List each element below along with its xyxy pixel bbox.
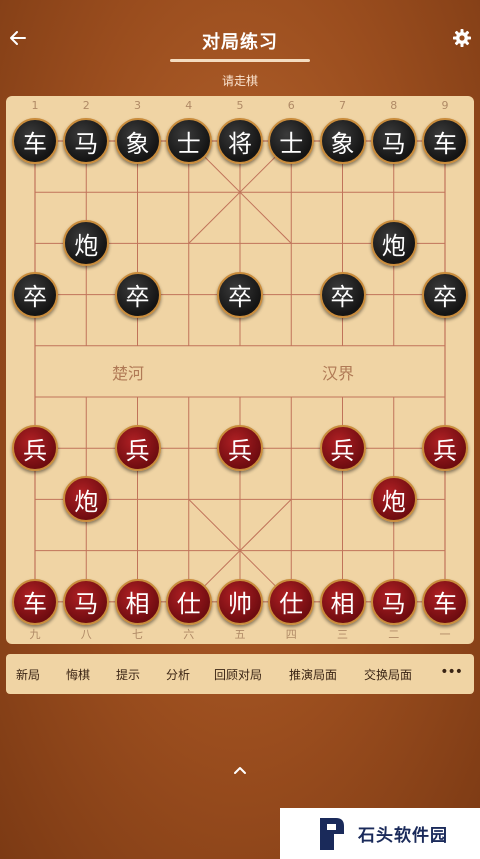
- gear-icon: [453, 29, 471, 47]
- black-piece[interactable]: 卒: [217, 271, 263, 318]
- file-number-bottom: 一: [439, 628, 451, 641]
- black-piece[interactable]: 象: [319, 118, 366, 164]
- file-number-bottom: 七: [132, 628, 143, 641]
- red-piece[interactable]: 仕: [165, 578, 212, 625]
- menu-item[interactable]: 回顾对局: [214, 666, 262, 683]
- river-label-han: 汉界: [322, 364, 355, 383]
- red-piece[interactable]: 相: [114, 578, 161, 625]
- black-piece[interactable]: 车: [12, 118, 58, 164]
- action-menu: 新局 悔棋 提示 分析 回顾对局 推演局面 交换局面 •••: [6, 654, 474, 694]
- turn-status: 请走棋: [221, 74, 258, 88]
- red-piece[interactable]: 兵: [422, 425, 468, 472]
- black-piece[interactable]: 马: [370, 118, 417, 164]
- board-grid: [34, 140, 446, 603]
- menu-item[interactable]: 交换局面: [364, 666, 412, 683]
- file-number-top: 5: [236, 99, 244, 112]
- file-number-top: 2: [82, 99, 90, 112]
- menu-item[interactable]: 提示: [116, 666, 140, 683]
- red-piece[interactable]: 兵: [12, 425, 58, 472]
- file-number-top: 6: [287, 99, 295, 112]
- black-piece[interactable]: 卒: [422, 271, 468, 318]
- file-number-top: 9: [441, 99, 449, 112]
- top-bar: 对局练习: [0, 0, 480, 64]
- menu-item[interactable]: 分析: [166, 666, 190, 683]
- black-piece[interactable]: 士: [268, 118, 315, 164]
- black-piece[interactable]: 马: [63, 118, 110, 164]
- red-piece[interactable]: 仕: [268, 578, 315, 625]
- page-title: 对局练习: [202, 32, 278, 53]
- red-piece[interactable]: 炮: [370, 476, 417, 523]
- file-number-bottom: 二: [388, 628, 400, 641]
- chevron-up-icon: [234, 767, 246, 774]
- red-piece[interactable]: 兵: [319, 425, 366, 472]
- file-number-top: 8: [390, 99, 398, 112]
- black-piece[interactable]: 卒: [114, 271, 161, 318]
- file-number-bottom: 三: [337, 628, 348, 641]
- file-number-top: 1: [31, 99, 39, 112]
- menu-item[interactable]: 新局: [16, 666, 40, 683]
- black-piece[interactable]: 炮: [370, 220, 417, 267]
- black-piece[interactable]: 卒: [319, 271, 366, 318]
- black-piece[interactable]: 将: [217, 118, 263, 164]
- file-number-bottom: 九: [29, 628, 41, 641]
- watermark-banner: 石头软件园: [280, 808, 480, 859]
- file-number-bottom: 六: [183, 628, 195, 641]
- red-piece[interactable]: 帅: [217, 578, 263, 625]
- red-piece[interactable]: 相: [319, 578, 366, 625]
- watermark-logo-icon: [320, 817, 344, 850]
- menu-item[interactable]: 悔棋: [66, 666, 90, 683]
- red-piece[interactable]: 兵: [217, 425, 263, 472]
- file-number-top: 4: [185, 99, 193, 112]
- red-piece[interactable]: 车: [12, 578, 58, 625]
- red-piece[interactable]: 兵: [114, 425, 161, 472]
- expand-button[interactable]: [228, 764, 252, 784]
- red-piece[interactable]: 车: [422, 578, 468, 625]
- file-number-top: 3: [134, 99, 141, 112]
- settings-button[interactable]: [450, 26, 474, 50]
- red-piece[interactable]: 马: [370, 578, 417, 625]
- red-piece[interactable]: 马: [63, 578, 110, 625]
- file-number-bottom: 五: [234, 628, 246, 641]
- menu-item[interactable]: 推演局面: [289, 666, 337, 683]
- title-underline: [170, 59, 310, 62]
- black-piece[interactable]: 车: [422, 118, 468, 164]
- black-piece[interactable]: 士: [165, 118, 212, 164]
- file-number-top: 7: [339, 99, 346, 112]
- watermark-text: 石头软件园: [358, 826, 448, 846]
- more-button[interactable]: •••: [440, 664, 463, 680]
- file-number-bottom: 八: [80, 628, 92, 641]
- black-piece[interactable]: 象: [114, 118, 161, 164]
- river-label-chu: 楚河: [112, 364, 145, 383]
- chess-board[interactable]: 123456789 九八七六五四三二一 楚河 汉界 车马象士将士象马车炮炮卒卒卒…: [6, 96, 474, 644]
- black-piece[interactable]: 卒: [12, 271, 58, 318]
- file-number-bottom: 四: [285, 628, 297, 641]
